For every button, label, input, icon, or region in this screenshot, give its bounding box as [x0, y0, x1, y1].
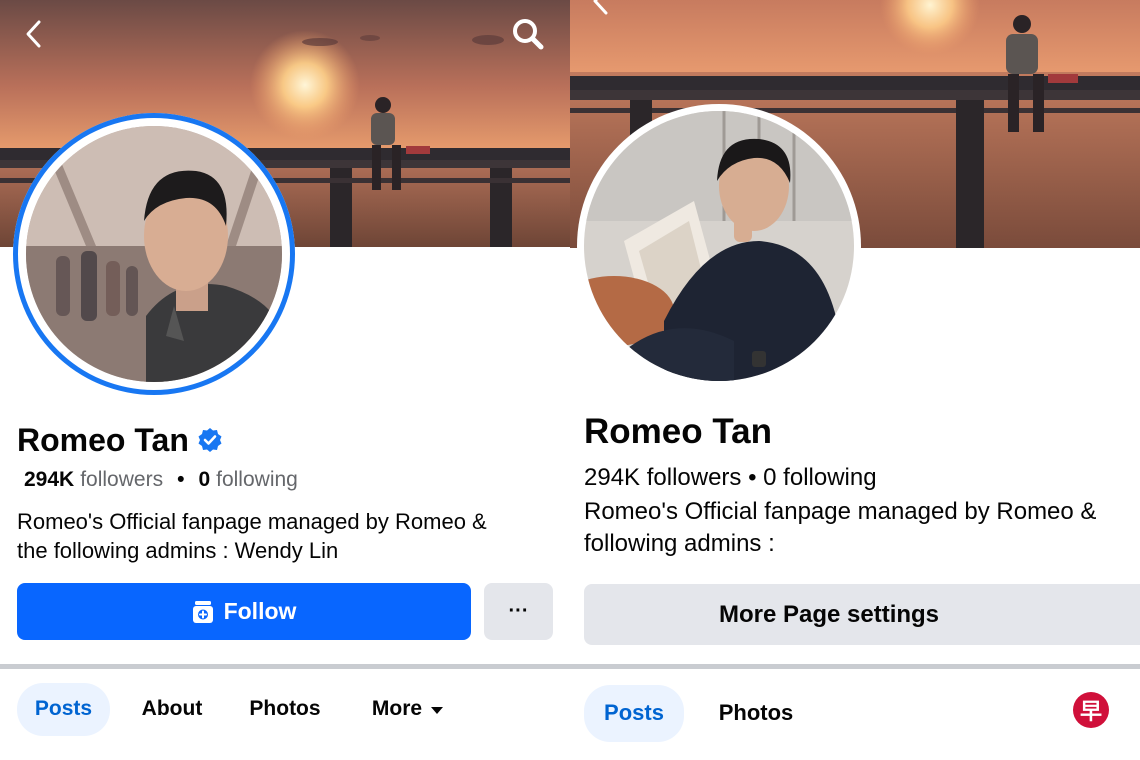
- tab-photos-label: Photos: [718, 700, 794, 725]
- verified-badge-icon: [197, 427, 223, 453]
- stats-separator: •: [177, 468, 185, 491]
- tab-more[interactable]: More: [358, 683, 458, 736]
- watermark-label: 早: [1079, 700, 1102, 725]
- back-button[interactable]: [588, 0, 614, 18]
- follower-stats: 294K followers • 0 following: [584, 464, 877, 492]
- search-button[interactable]: [506, 12, 550, 56]
- profile-tabs: Posts About Photos More: [0, 682, 570, 736]
- more-page-settings-label: More Page settings: [718, 600, 940, 628]
- search-icon: [511, 17, 545, 51]
- profile-picture[interactable]: [584, 111, 854, 381]
- followers-count[interactable]: 294K: [24, 468, 74, 492]
- tab-photos[interactable]: Photos: [236, 683, 334, 736]
- section-divider: [570, 664, 1140, 669]
- tab-about-label: About: [141, 697, 203, 720]
- more-options-button[interactable]: ···: [484, 583, 553, 640]
- more-page-settings-button[interactable]: More Page settings: [584, 584, 1140, 645]
- tab-posts-label: Posts: [34, 697, 93, 720]
- chevron-left-icon: [24, 19, 44, 49]
- profile-name-row: Romeo Tan: [17, 420, 223, 460]
- tab-about[interactable]: About: [128, 683, 216, 736]
- following-label[interactable]: following: [216, 468, 298, 492]
- page-bio: Romeo's Official fanpage managed by Rome…: [584, 498, 1097, 557]
- follow-button[interactable]: Follow: [17, 583, 471, 640]
- follow-page-icon: [192, 600, 214, 624]
- more-options-icon: ···: [508, 600, 529, 622]
- profile-name: Romeo Tan: [17, 421, 189, 458]
- follower-stats-text[interactable]: 294K followers • 0 following: [584, 464, 877, 492]
- following-count[interactable]: 0: [198, 468, 210, 492]
- publisher-watermark-logo: 早: [1073, 692, 1109, 728]
- profile-name: Romeo Tan: [584, 412, 772, 451]
- tab-posts[interactable]: Posts: [584, 684, 684, 742]
- profile-name-row: Romeo Tan: [584, 410, 772, 454]
- tab-photos-label: Photos: [249, 697, 321, 720]
- tab-posts[interactable]: Posts: [17, 682, 110, 736]
- caret-down-icon: [430, 697, 444, 721]
- tab-posts-label: Posts: [604, 700, 664, 725]
- profile-picture[interactable]: [26, 126, 282, 382]
- follow-button-label: Follow: [223, 598, 297, 624]
- tab-photos[interactable]: Photos: [708, 685, 804, 742]
- back-button[interactable]: [14, 14, 54, 54]
- left-screenshot: Romeo Tan 294K followers • 0 following R…: [0, 0, 570, 760]
- tab-more-label: More: [371, 697, 423, 720]
- right-screenshot: Romeo Tan 294K followers • 0 following R…: [570, 0, 1140, 760]
- chevron-left-icon: [591, 0, 611, 16]
- follower-stats: 294K followers • 0 following: [24, 468, 298, 492]
- section-divider: [0, 664, 570, 669]
- followers-label[interactable]: followers: [80, 468, 163, 492]
- profile-tabs: Posts Photos: [570, 684, 1140, 742]
- page-bio: Romeo's Official fanpage managed by Rome…: [17, 509, 487, 563]
